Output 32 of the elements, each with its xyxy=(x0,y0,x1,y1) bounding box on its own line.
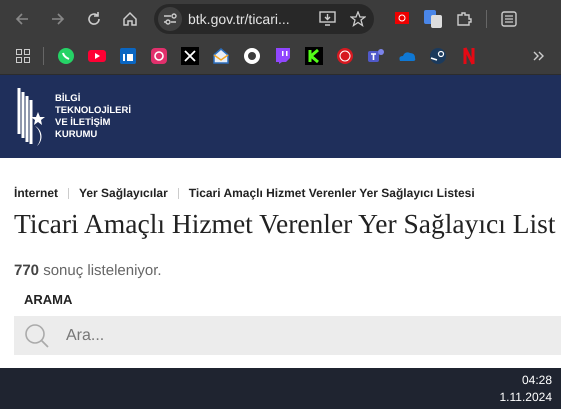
logo-text: TEKNOLOJİLERİ xyxy=(55,104,132,116)
t-icon[interactable] xyxy=(367,46,385,64)
clock-time: 04:28 xyxy=(522,372,552,388)
x-icon[interactable] xyxy=(181,46,199,64)
envelope-icon[interactable] xyxy=(212,46,230,64)
k-icon[interactable] xyxy=(305,46,323,64)
result-count: 770 sonuç listeleniyor. xyxy=(14,262,163,279)
page-title: Ticari Amaçlı Hizmet Verenler Yer Sağlayıcı List xyxy=(14,208,556,240)
reading-list-icon[interactable] xyxy=(501,10,517,26)
breadcrumb-link[interactable]: Yer Sağlayıcılar xyxy=(79,186,168,200)
logo-text: BİLGİ xyxy=(55,92,82,104)
search-icon xyxy=(24,323,50,349)
breadcrumb-link[interactable]: Ticari Amaçlı Hizmet Verenler Yer Sağlayıcı Listesi xyxy=(188,186,475,200)
breadcrumb-link[interactable]: İnternet xyxy=(14,186,58,200)
puzzle-icon[interactable] xyxy=(456,10,472,26)
search-field[interactable]: Ara... xyxy=(14,316,561,355)
tune-icon[interactable] xyxy=(158,6,182,30)
star-icon[interactable] xyxy=(350,10,366,26)
search-label: ARAMA xyxy=(24,292,74,307)
chevron-icon[interactable] xyxy=(533,50,545,60)
camera-icon[interactable] xyxy=(150,46,168,64)
clock-date: 1.11.2024 xyxy=(500,388,552,406)
address-bar[interactable]: btk.gov.tr/ticari... xyxy=(154,4,374,34)
extension-icon[interactable] xyxy=(394,10,410,26)
chat-icon[interactable] xyxy=(57,46,75,64)
install-icon[interactable] xyxy=(319,11,336,26)
speech-icon[interactable] xyxy=(274,46,292,64)
apps-grid-icon[interactable] xyxy=(16,48,30,62)
url-text: btk.gov.tr/ticari... xyxy=(188,10,291,26)
in-icon[interactable] xyxy=(119,46,137,64)
logo-text: KURUMU xyxy=(55,128,98,140)
logo-text: VE İLETİŞİM xyxy=(55,116,112,128)
